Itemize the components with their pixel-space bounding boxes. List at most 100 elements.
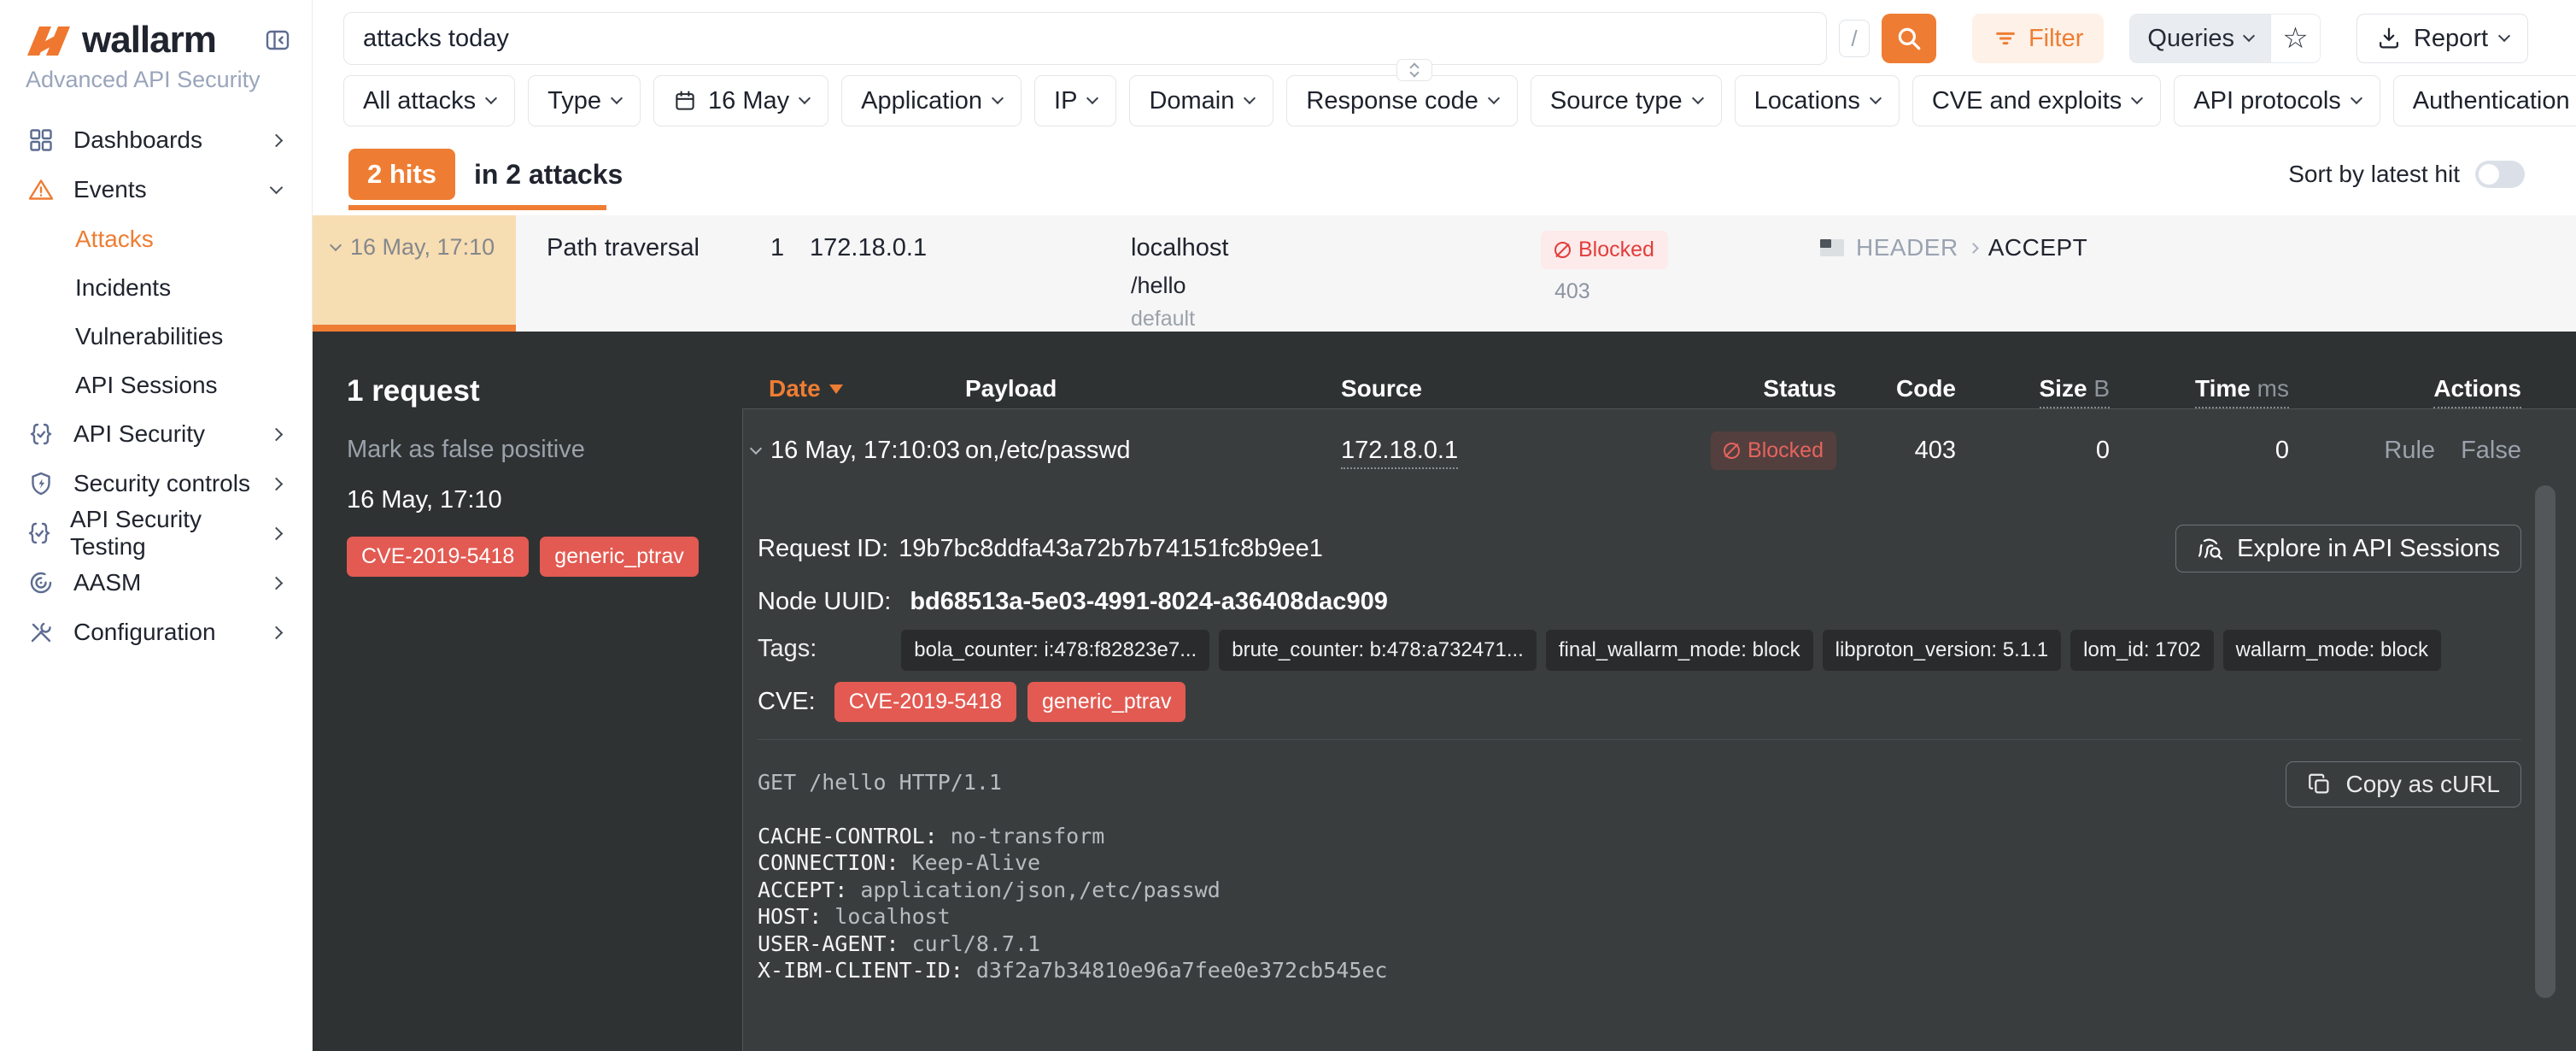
- chevron-right-icon: [270, 576, 284, 590]
- chevron-down-icon: [750, 443, 762, 455]
- http-header-line: CONNECTION:Keep-Alive: [758, 849, 1387, 877]
- sidebar-item-label: Security controls: [73, 470, 250, 497]
- column-header-time: Time ms: [2110, 375, 2289, 402]
- filter-chip-authentication[interactable]: Authentication: [2393, 75, 2576, 126]
- sidebar-item-events[interactable]: Events: [0, 165, 312, 214]
- rule-action-link[interactable]: Rule: [2384, 437, 2435, 465]
- cve-tag[interactable]: generic_ptrav: [540, 537, 698, 577]
- summary-date: 16 May, 17:10: [347, 486, 723, 514]
- braces-check-icon: [26, 520, 53, 547]
- attack-response-code: 403: [1554, 279, 1668, 304]
- chevron-down-icon: [1488, 92, 1500, 104]
- chevron-down-icon: [270, 180, 284, 194]
- toggle-knob: [2479, 164, 2499, 185]
- sidebar-item-configuration[interactable]: Configuration: [0, 608, 312, 657]
- sidebar-item-security-controls[interactable]: Security controls: [0, 459, 312, 508]
- filter-chip-domain[interactable]: Domain: [1129, 75, 1273, 126]
- filter-chip-ip[interactable]: IP: [1034, 75, 1116, 126]
- cve-tag[interactable]: CVE-2019-5418: [347, 537, 529, 577]
- topbar: / Filter Queries ☆ Report: [313, 0, 2576, 67]
- chevron-right-icon: [270, 427, 284, 441]
- tag-chip[interactable]: final_wallarm_mode: block: [1546, 630, 1813, 671]
- sort-toggle[interactable]: [2475, 161, 2525, 188]
- star-icon: ☆: [2282, 21, 2308, 56]
- sidebar-item-aasm[interactable]: AASM: [0, 558, 312, 608]
- filter-button[interactable]: Filter: [1972, 14, 2104, 63]
- filter-chip-response-code[interactable]: Response code: [1286, 75, 1518, 126]
- cve-row: CVE: CVE-2019-5418 generic_ptrav: [758, 682, 1186, 722]
- cve-tag[interactable]: generic_ptrav: [1027, 682, 1186, 722]
- filter-chip-date[interactable]: 16 May: [653, 75, 828, 126]
- report-button[interactable]: Report: [2356, 14, 2528, 63]
- filter-chip-locations[interactable]: Locations: [1735, 75, 1900, 126]
- tag-chip[interactable]: brute_counter: b:478:a732471...: [1219, 630, 1537, 671]
- sidebar-item-attacks[interactable]: Attacks: [0, 214, 312, 263]
- chevron-down-icon: [1692, 92, 1704, 104]
- sidebar-item-api-security-testing[interactable]: API Security Testing: [0, 508, 312, 558]
- filter-chip-label: Type: [547, 87, 601, 115]
- filter-chip-label: Domain: [1149, 87, 1234, 115]
- copy-as-curl-button[interactable]: Copy as cURL: [2286, 761, 2521, 807]
- filter-bar: All attacks Type 16 May Application IP D…: [313, 68, 2576, 133]
- filter-chip-all-attacks[interactable]: All attacks: [343, 75, 515, 126]
- tags-row: Tags: bola_counter: i:478:f82823e7... br…: [758, 630, 2441, 671]
- attack-date-cell[interactable]: 16 May, 17:10: [313, 215, 516, 325]
- filter-chip-label: API protocols: [2193, 87, 2340, 115]
- sidebar-item-api-security[interactable]: API Security: [0, 409, 312, 459]
- copy-icon: [2307, 772, 2333, 797]
- active-tab-underline: [348, 205, 606, 210]
- sidebar-item-vulnerabilities[interactable]: Vulnerabilities: [0, 312, 312, 361]
- spiral-target-icon: [26, 569, 56, 596]
- request-source-ip[interactable]: 172.18.0.1: [1341, 437, 1458, 469]
- expand-collapse-handle[interactable]: [1396, 59, 1432, 81]
- request-time: 0: [2110, 437, 2289, 465]
- tag-chip[interactable]: lom_id: 1702: [2070, 630, 2213, 671]
- location-value: ACCEPT: [1988, 234, 2088, 261]
- location-part: HEADER: [1856, 234, 1958, 261]
- blocked-icon: [1724, 443, 1740, 459]
- explore-api-sessions-button[interactable]: Explore in API Sessions: [2175, 525, 2521, 572]
- sidebar-item-dashboards[interactable]: Dashboards: [0, 115, 312, 165]
- search-button[interactable]: [1882, 14, 1936, 63]
- filter-chip-source-type[interactable]: Source type: [1531, 75, 1722, 126]
- cve-tag[interactable]: CVE-2019-5418: [834, 682, 1016, 722]
- collapse-sidebar-icon[interactable]: [264, 26, 291, 54]
- chevron-down-icon: [485, 92, 497, 104]
- sidebar-subitem-label: Vulnerabilities: [75, 323, 223, 350]
- hits-suffix-text: in 2 attacks: [474, 159, 623, 191]
- download-icon: [2376, 26, 2402, 51]
- attack-application: default: [1131, 307, 1228, 332]
- queries-button[interactable]: Queries: [2130, 15, 2270, 62]
- http-header-line: ACCEPT:application/json,/etc/passwd: [758, 877, 1387, 904]
- tag-chip[interactable]: bola_counter: i:478:f82823e7...: [901, 630, 1209, 671]
- report-button-label: Report: [2414, 25, 2488, 53]
- panel-scrollbar-thumb[interactable]: [2535, 485, 2556, 998]
- search-input[interactable]: [363, 25, 1807, 53]
- favorite-star-button[interactable]: ☆: [2270, 15, 2320, 62]
- hits-count-badge[interactable]: 2 hits: [348, 149, 455, 200]
- column-header-date[interactable]: Date: [752, 375, 965, 402]
- sidebar-item-label: AASM: [73, 569, 141, 596]
- search-box[interactable]: [343, 12, 1827, 65]
- column-header-status: Status: [1657, 375, 1836, 402]
- tag-chip[interactable]: libproton_version: 5.1.1: [1823, 630, 2062, 671]
- request-id-row: Request ID: 19b7bc8ddfa43a72b7b74151fc8b…: [758, 525, 2521, 572]
- mark-false-positive-link[interactable]: Mark as false positive: [347, 436, 723, 464]
- attack-row[interactable]: 16 May, 17:10 Path traversal 1 172.18.0.…: [313, 215, 2576, 332]
- hits-summary-row: 2 hits in 2 attacks Sort by latest hit: [313, 133, 2576, 215]
- explore-button-label: Explore in API Sessions: [2237, 535, 2500, 563]
- filter-chip-api-protocols[interactable]: API protocols: [2174, 75, 2380, 126]
- sidebar-item-incidents[interactable]: Incidents: [0, 263, 312, 312]
- request-row[interactable]: 16 May, 17:10:03 on,/etc/passwd 172.18.0…: [752, 408, 2521, 492]
- filter-chip-cve-and-exploits[interactable]: CVE and exploits: [1912, 75, 2161, 126]
- calendar-icon: [673, 89, 697, 113]
- http-request-line: GET /hello HTTP/1.1: [758, 769, 1387, 796]
- sidebar-nav: Dashboards Events Attacks Incidents Vuln…: [0, 115, 312, 657]
- filter-chip-label: CVE and exploits: [1932, 87, 2122, 115]
- filter-chip-application[interactable]: Application: [841, 75, 1022, 126]
- tag-chip[interactable]: wallarm_mode: block: [2223, 630, 2441, 671]
- filter-chip-type[interactable]: Type: [528, 75, 641, 126]
- false-action-link[interactable]: False: [2461, 437, 2521, 465]
- sidebar-item-api-sessions[interactable]: API Sessions: [0, 361, 312, 409]
- attack-status-cell: Blocked 403: [1541, 231, 1668, 304]
